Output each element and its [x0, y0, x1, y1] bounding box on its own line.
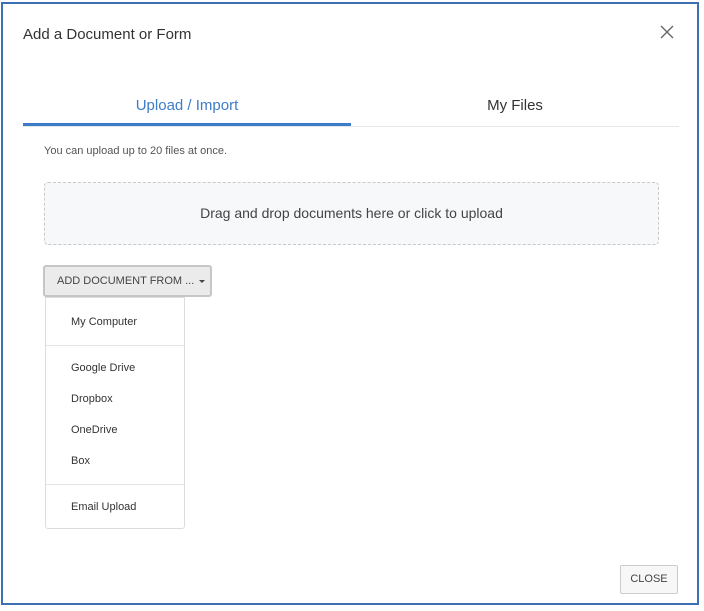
- close-button[interactable]: CLOSE: [620, 565, 678, 594]
- menu-item-dropbox[interactable]: Dropbox: [71, 393, 113, 405]
- upload-dropzone[interactable]: Drag and drop documents here or click to…: [44, 182, 659, 245]
- dialog-title: Add a Document or Form: [23, 26, 192, 43]
- close-icon[interactable]: [659, 24, 675, 40]
- add-document-menu: My Computer Google Drive Dropbox OneDriv…: [45, 297, 185, 529]
- add-document-dialog: Add a Document or Form Upload / Import M…: [1, 2, 699, 605]
- tab-my-files[interactable]: My Files: [351, 88, 679, 126]
- menu-divider: [46, 484, 184, 485]
- menu-item-onedrive[interactable]: OneDrive: [71, 424, 117, 436]
- tab-upload-import[interactable]: Upload / Import: [23, 88, 351, 126]
- add-document-from-button[interactable]: ADD DOCUMENT FROM ...: [43, 265, 212, 297]
- caret-down-icon: [199, 279, 206, 283]
- menu-item-my-computer[interactable]: My Computer: [71, 316, 137, 328]
- menu-item-email-upload[interactable]: Email Upload: [71, 501, 136, 513]
- menu-divider: [46, 345, 184, 346]
- menu-item-box[interactable]: Box: [71, 455, 90, 467]
- upload-limit-hint: You can upload up to 20 files at once.: [44, 145, 228, 157]
- tab-bar: Upload / Import My Files: [23, 88, 679, 127]
- menu-item-google-drive[interactable]: Google Drive: [71, 362, 135, 374]
- add-document-from-label: ADD DOCUMENT FROM ...: [57, 275, 195, 287]
